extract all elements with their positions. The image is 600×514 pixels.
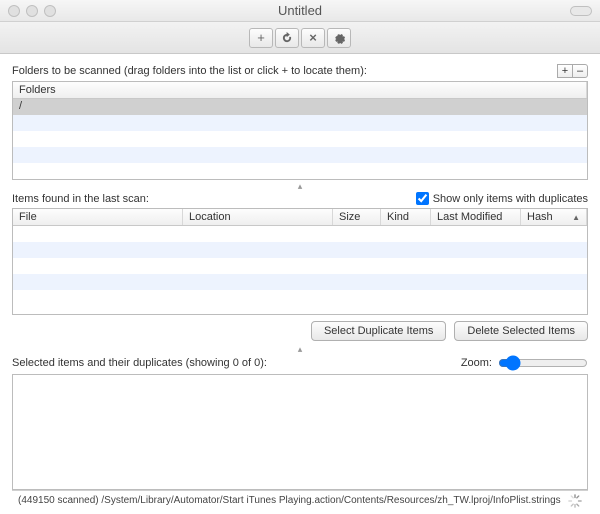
table-row [13,274,587,290]
size-column-header[interactable]: Size [333,209,381,225]
show-dupes-label: Show only items with duplicates [433,193,588,205]
traffic-lights [8,5,56,17]
refresh-button[interactable] [275,28,299,48]
content-area: Folders to be scanned (drag folders into… [0,54,600,514]
selected-section-label-row: Selected items and their duplicates (sho… [12,355,588,371]
folder-path-cell: / [13,99,587,115]
gear-icon [333,32,345,44]
table-row [13,258,587,274]
splitter-handle-2[interactable]: ▴ [12,343,588,355]
add-folder-button[interactable]: + [557,64,573,78]
sort-ascending-icon: ▲ [572,213,580,222]
kind-column-header[interactable]: Kind [381,209,431,225]
items-section-label-row: Items found in the last scan: Show only … [12,192,588,205]
items-table: File Location Size Kind Last Modified Ha… [12,208,588,315]
settings-button[interactable] [327,28,351,48]
select-duplicates-button[interactable]: Select Duplicate Items [311,321,446,341]
hash-column-header[interactable]: Hash ▲ [521,209,587,225]
table-row [13,163,587,179]
file-column-header[interactable]: File [13,209,183,225]
table-row [13,242,587,258]
items-table-body[interactable] [13,226,587,314]
close-window-button[interactable] [8,5,20,17]
zoom-window-button[interactable] [44,5,56,17]
status-bar: (449150 scanned) /System/Library/Automat… [12,490,588,510]
refresh-icon [281,32,293,44]
window-title: Untitled [0,3,600,18]
hash-column-label: Hash [527,211,553,223]
folders-table-body[interactable]: / [13,99,587,179]
add-button[interactable]: + [249,28,273,48]
folders-table: Folders / [12,81,588,180]
table-row [13,226,587,242]
main-toolbar: + × [0,22,600,54]
action-buttons-row: Select Duplicate Items Delete Selected I… [12,321,588,341]
plus-icon: + [257,30,265,45]
folders-section-label-row: Folders to be scanned (drag folders into… [12,64,588,78]
remove-folder-button[interactable]: – [572,64,588,78]
folders-label: Folders to be scanned (drag folders into… [12,65,367,77]
toolbar-toggle-button[interactable] [570,6,592,16]
items-label: Items found in the last scan: [12,193,149,205]
zoom-control: Zoom: [461,355,588,371]
zoom-label: Zoom: [461,357,492,369]
show-dupes-checkbox[interactable] [416,192,429,205]
delete-selected-button[interactable]: Delete Selected Items [454,321,588,341]
last-modified-column-header[interactable]: Last Modified [431,209,521,225]
splitter-handle[interactable]: ▴ [12,180,588,192]
table-row [13,147,587,163]
x-icon: × [309,30,317,45]
titlebar: Untitled [0,0,600,22]
selected-label: Selected items and their duplicates (sho… [12,357,267,369]
table-row[interactable]: / [13,99,587,115]
zoom-slider[interactable] [498,355,588,371]
items-table-header: File Location Size Kind Last Modified Ha… [13,209,587,226]
duplicates-preview-pane[interactable] [12,374,588,490]
cancel-button[interactable]: × [301,28,325,48]
table-row [13,290,587,306]
progress-spinner-icon [568,494,582,508]
table-row [13,131,587,147]
show-dupes-checkbox-wrap[interactable]: Show only items with duplicates [416,192,588,205]
status-text: (449150 scanned) /System/Library/Automat… [18,495,561,506]
location-column-header[interactable]: Location [183,209,333,225]
table-row [13,115,587,131]
folders-table-header: Folders [13,82,587,99]
minimize-window-button[interactable] [26,5,38,17]
folders-column-header[interactable]: Folders [13,82,587,98]
